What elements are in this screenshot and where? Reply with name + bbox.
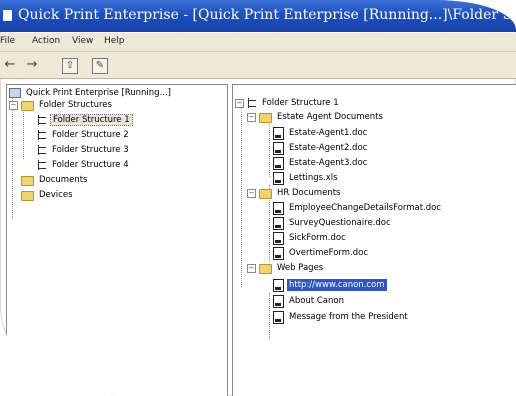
tree-item-root[interactable]: Quick Print Enterprise [Running...] <box>9 87 173 99</box>
document-icon <box>273 127 284 140</box>
toolbar: ← → ⇧ ✎ <box>0 52 516 79</box>
tree-item-file[interactable]: Estate-Agent3.doc <box>273 157 369 170</box>
document-icon <box>273 217 284 230</box>
tree-item-file[interactable]: Estate-Agent1.doc <box>273 127 369 140</box>
document-icon <box>273 142 284 155</box>
menu-help[interactable]: Help <box>104 36 125 46</box>
tree-item-hr-documents[interactable]: − HR Documents <box>247 187 342 199</box>
tree-item-structure-1[interactable]: Folder Structure 1 <box>37 114 133 126</box>
collapse-icon[interactable]: − <box>247 264 256 273</box>
collapse-icon[interactable]: − <box>235 99 244 108</box>
web-page-icon <box>273 311 284 324</box>
tree-item-documents[interactable]: Documents <box>21 174 89 186</box>
collapse-icon[interactable]: − <box>9 101 18 110</box>
menu-bar: File Action View Help <box>0 33 516 52</box>
folder-icon <box>259 189 272 199</box>
document-icon <box>273 172 284 185</box>
document-icon <box>273 157 284 170</box>
menu-action[interactable]: Action <box>32 36 60 46</box>
tree-item-link-selected[interactable]: http://www.canon.com <box>273 279 387 292</box>
app-icon <box>3 10 12 21</box>
tree-item-file[interactable]: SickForm.doc <box>273 232 348 245</box>
folder-icon <box>259 113 272 123</box>
document-icon <box>273 232 284 245</box>
tree-item-link[interactable]: Message from the President <box>273 311 410 324</box>
title-bar[interactable]: Quick Print Enterprise - [Quick Print En… <box>0 0 516 32</box>
tree-item-file[interactable]: EmployeeChangeDetailsFormat.doc <box>273 202 443 215</box>
right-tree-pane[interactable]: − Folder Structure 1 − Estate Agent Docume… <box>232 84 516 396</box>
folder-icon <box>21 101 34 111</box>
folder-up-icon[interactable]: ⇧ <box>62 58 78 74</box>
web-page-icon <box>273 279 284 292</box>
collapse-icon[interactable]: − <box>247 113 256 122</box>
left-tree-pane[interactable]: Quick Print Enterprise [Running...] − Fol… <box>6 84 228 396</box>
back-arrow-icon[interactable]: ← <box>2 57 18 73</box>
structure-icon <box>37 130 47 140</box>
tree-item-structure-3[interactable]: Folder Structure 3 <box>37 144 131 156</box>
menu-file[interactable]: File <box>0 36 15 46</box>
web-page-icon <box>273 295 284 308</box>
structure-icon <box>37 115 47 125</box>
window-title: Quick Print Enterprise - [Quick Print En… <box>18 7 516 23</box>
document-icon <box>273 247 284 260</box>
structure-icon <box>247 98 257 108</box>
collapse-icon[interactable]: − <box>247 189 256 198</box>
properties-icon[interactable]: ✎ <box>92 58 108 74</box>
folder-icon <box>259 264 272 274</box>
tree-item-folder-structure-1[interactable]: − Folder Structure 1 <box>235 97 341 109</box>
computer-icon <box>9 88 21 98</box>
tree-item-file[interactable]: OvertimeForm.doc <box>273 247 370 260</box>
tree-item-link[interactable]: About Canon <box>273 295 346 308</box>
folder-icon <box>21 176 34 186</box>
application-window: Quick Print Enterprise - [Quick Print En… <box>0 0 516 396</box>
tree-item-web-pages[interactable]: − Web Pages <box>247 262 325 274</box>
tree-item-structure-4[interactable]: Folder Structure 4 <box>37 159 131 171</box>
document-icon <box>273 202 284 215</box>
tree-item-estate-agent-documents[interactable]: − Estate Agent Documents <box>247 111 385 123</box>
tree-item-folder-structures[interactable]: − Folder Structures <box>9 99 114 111</box>
structure-icon <box>37 160 47 170</box>
tree-item-file[interactable]: Lettings.xls <box>273 172 340 185</box>
structure-icon <box>37 145 47 155</box>
forward-arrow-icon[interactable]: → <box>24 57 40 73</box>
tree-item-file[interactable]: SurveyQuestionaire.doc <box>273 217 393 230</box>
tree-item-devices[interactable]: Devices <box>21 189 75 201</box>
menu-view[interactable]: View <box>72 36 93 46</box>
tree-item-file[interactable]: Estate-Agent2.doc <box>273 142 369 155</box>
folder-icon <box>21 191 34 201</box>
tree-item-structure-2[interactable]: Folder Structure 2 <box>37 129 131 141</box>
